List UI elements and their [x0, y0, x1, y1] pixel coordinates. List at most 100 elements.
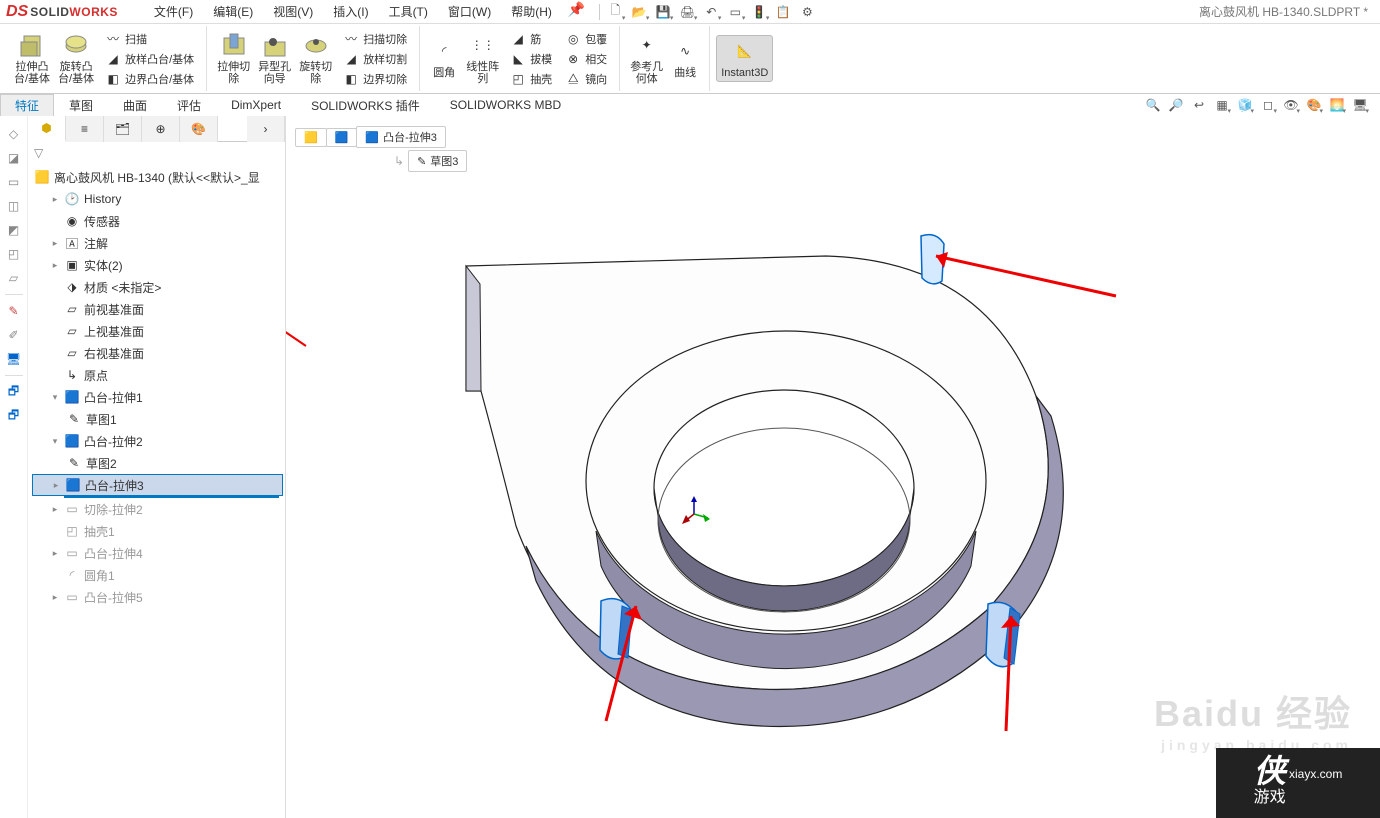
rebuild-icon[interactable]: 🚦 — [748, 2, 770, 22]
panel-tab-config[interactable]: 🗂 — [104, 116, 142, 142]
tree-boss3[interactable]: ▸🟦凸台-拉伸3 — [32, 474, 283, 496]
view-orientation-icon[interactable]: 🧊 — [1235, 95, 1255, 115]
open-doc-icon[interactable]: 📂 — [628, 2, 650, 22]
tab-surface[interactable]: 曲面 — [108, 94, 162, 117]
revolve-cut-button[interactable]: 旋转切 除 — [295, 30, 336, 87]
tree-cut2[interactable]: ▸▭切除-拉伸2 — [32, 498, 283, 520]
tree-material[interactable]: ⬗材质 <未指定> — [32, 276, 283, 298]
lvb-icon-9[interactable]: ✐ — [4, 325, 24, 345]
curves-button[interactable]: ∿ 曲线 — [667, 36, 703, 81]
zoom-area-icon[interactable]: 🔎 — [1166, 95, 1186, 115]
tree-fillet1[interactable]: ◜圆角1 — [32, 564, 283, 586]
lvb-icon-2[interactable]: ◪ — [4, 148, 24, 168]
tree-top-plane[interactable]: ▱上视基准面 — [32, 320, 283, 342]
print-icon[interactable]: 🖨 — [676, 2, 698, 22]
display-style-icon[interactable]: ◻ — [1258, 95, 1278, 115]
menu-window[interactable]: 窗口(W) — [438, 1, 501, 22]
mirror-button[interactable]: ⧋镜向 — [561, 69, 610, 89]
linear-pattern-button[interactable]: ⋮⋮ 线性阵 列 — [462, 30, 503, 87]
extrude-boss-button[interactable]: 拉伸凸 台/基体 — [10, 30, 54, 87]
panel-tab-display[interactable]: 🎨 — [180, 116, 218, 142]
tab-dimxpert[interactable]: DimXpert — [216, 95, 296, 115]
pin-icon[interactable]: 📌 — [568, 1, 585, 22]
lvb-icon-8[interactable]: ✎ — [4, 301, 24, 321]
scene-icon[interactable]: 🌅 — [1327, 95, 1347, 115]
revolve-boss-button[interactable]: 旋转凸 台/基体 — [54, 30, 98, 87]
bc-part[interactable]: 🟨 — [295, 128, 327, 147]
sweep-cut-button[interactable]: 〰扫描切除 — [339, 29, 410, 49]
tree-right-plane[interactable]: ▱右视基准面 — [32, 342, 283, 364]
menu-tools[interactable]: 工具(T) — [379, 1, 438, 22]
lvb-icon-10[interactable]: 🖥 — [4, 349, 24, 369]
ref-geom-button[interactable]: ✦ 参考几 何体 — [626, 30, 667, 87]
lvb-icon-11[interactable]: 🗗 — [4, 382, 24, 402]
panel-tab-dimxpert[interactable]: ⊕ — [142, 116, 180, 142]
instant3d-button[interactable]: 📐 Instant3D — [716, 35, 773, 82]
shell-button[interactable]: ◰抽壳 — [506, 69, 555, 89]
panel-tab-property[interactable]: ≡ — [66, 116, 104, 142]
appearance-icon[interactable]: 🎨 — [1304, 95, 1324, 115]
boundary-button[interactable]: ◧边界凸台/基体 — [101, 69, 197, 89]
tab-evaluate[interactable]: 评估 — [162, 94, 216, 117]
new-doc-icon[interactable]: 🗋 — [604, 2, 626, 22]
tree-bodies[interactable]: ▸▣实体(2) — [32, 254, 283, 276]
bc-body[interactable]: 🟦 — [326, 128, 358, 147]
zoom-fit-icon[interactable]: 🔍 — [1143, 95, 1163, 115]
lvb-icon-4[interactable]: ◫ — [4, 196, 24, 216]
loft-cut-button[interactable]: ◢放样切割 — [339, 49, 410, 69]
tree-sketch1[interactable]: ✎草图1 — [32, 408, 283, 430]
tree-boss4[interactable]: ▸▭凸台-拉伸4 — [32, 542, 283, 564]
menu-edit[interactable]: 编辑(E) — [203, 1, 263, 22]
prev-view-icon[interactable]: ↩ — [1189, 95, 1209, 115]
lvb-icon-1[interactable]: ◇ — [4, 124, 24, 144]
boundary-cut-button[interactable]: ◧边界切除 — [339, 69, 410, 89]
graphics-canvas[interactable]: 🟨 🟦 🟦凸台-拉伸3 ↳ ✎草图3 — [286, 116, 1380, 818]
tree-history[interactable]: ▸🕑History — [32, 188, 283, 210]
lvb-icon-12[interactable]: 🗗 — [4, 406, 24, 426]
hide-show-icon[interactable]: 👁 — [1281, 95, 1301, 115]
panel-tab-expand[interactable]: › — [247, 116, 285, 142]
lvb-icon-5[interactable]: ◩ — [4, 220, 24, 240]
tree-boss2[interactable]: ▾🟦凸台-拉伸2 — [32, 430, 283, 452]
tab-mbd[interactable]: SOLIDWORKS MBD — [435, 95, 576, 115]
undo-icon[interactable]: ↶ — [700, 2, 722, 22]
tree-shell1[interactable]: ◰抽壳1 — [32, 520, 283, 542]
intersect-button[interactable]: ⊗相交 — [561, 49, 610, 69]
tree-origin[interactable]: ↳原点 — [32, 364, 283, 386]
bc-feature[interactable]: 🟦凸台-拉伸3 — [356, 126, 445, 148]
tree-boss1[interactable]: ▾🟦凸台-拉伸1 — [32, 386, 283, 408]
lvb-icon-7[interactable]: ▱ — [4, 268, 24, 288]
tree-annotations[interactable]: ▸🄰注解 — [32, 232, 283, 254]
menu-insert[interactable]: 插入(I) — [323, 1, 378, 22]
fillet-button[interactable]: ◜ 圆角 — [426, 36, 462, 81]
settings-icon[interactable]: ⚙ — [796, 2, 818, 22]
select-icon[interactable]: ▭ — [724, 2, 746, 22]
model-3d[interactable] — [426, 216, 1106, 796]
tree-front-plane[interactable]: ▱前视基准面 — [32, 298, 283, 320]
menu-help[interactable]: 帮助(H) — [501, 1, 562, 22]
save-icon[interactable]: 💾 — [652, 2, 674, 22]
view-settings-icon[interactable]: 🖥 — [1350, 95, 1370, 115]
tree-sketch2[interactable]: ✎草图2 — [32, 452, 283, 474]
lvb-icon-3[interactable]: ▭ — [4, 172, 24, 192]
rib-button[interactable]: ◢筋 — [506, 29, 555, 49]
menu-view[interactable]: 视图(V) — [263, 1, 323, 22]
hole-wizard-button[interactable]: 异型孔 向导 — [254, 30, 295, 87]
tree-boss5[interactable]: ▸▭凸台-拉伸5 — [32, 586, 283, 608]
sweep-button[interactable]: 〰扫描 — [101, 29, 197, 49]
panel-tab-feature-tree[interactable]: ⬢ — [28, 116, 66, 142]
bc-sketch[interactable]: ✎草图3 — [408, 150, 467, 172]
extrude-cut-button[interactable]: 拉伸切 除 — [213, 30, 254, 87]
tab-sketch[interactable]: 草图 — [54, 94, 108, 117]
tree-sensors[interactable]: ◉传感器 — [32, 210, 283, 232]
tab-features[interactable]: 特征 — [0, 94, 54, 117]
menu-file[interactable]: 文件(F) — [144, 1, 203, 22]
draft-button[interactable]: ◣拔模 — [506, 49, 555, 69]
tree-root[interactable]: 🟨离心鼓风机 HB-1340 (默认<<默认>_显 — [32, 166, 283, 188]
filter-icon[interactable]: ▽ — [34, 146, 43, 160]
wrap-button[interactable]: ◎包覆 — [561, 29, 610, 49]
loft-button[interactable]: ◢放样凸台/基体 — [101, 49, 197, 69]
options-icon[interactable]: 📋 — [772, 2, 794, 22]
tab-addins[interactable]: SOLIDWORKS 插件 — [296, 94, 435, 117]
section-view-icon[interactable]: ▦ — [1212, 95, 1232, 115]
